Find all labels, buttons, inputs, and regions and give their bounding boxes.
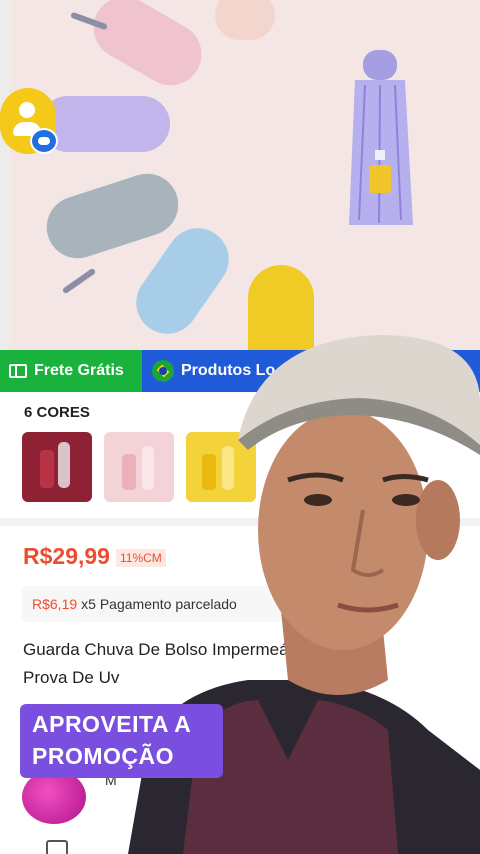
colors-title: 6 CORES — [24, 404, 90, 421]
color-swatch-wine[interactable] — [22, 432, 92, 502]
shop-avatar[interactable] — [22, 770, 86, 824]
umbrella-case-lilac — [40, 96, 170, 152]
product-page: Frete Grátis Produtos Lo 6 CORES R$29,99 — [0, 0, 480, 854]
store-icon[interactable] — [46, 840, 68, 854]
shipping-box-icon — [9, 364, 27, 378]
promo-caption: APROVEITA A PROMOÇÃO — [20, 704, 223, 778]
avatar-head — [19, 102, 35, 118]
folded-umbrella — [349, 50, 413, 225]
image-frame — [0, 0, 10, 350]
umbrella-wine-thumbnail — [22, 432, 92, 502]
chat-icon[interactable] — [30, 128, 58, 154]
product-image[interactable] — [0, 0, 480, 350]
installment-amount: R$6,19 — [32, 596, 78, 612]
umbrella-case-pink — [82, 0, 213, 97]
umbrella-case-top — [215, 0, 275, 40]
case-strap-gray — [61, 267, 97, 295]
